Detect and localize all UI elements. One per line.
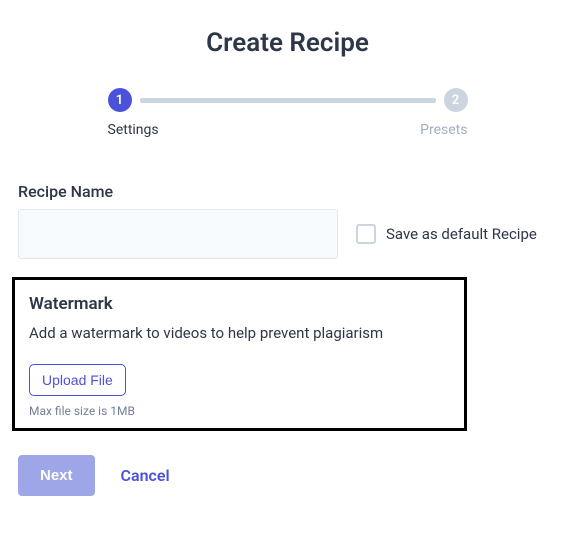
watermark-title: Watermark — [29, 294, 450, 314]
step-line — [140, 98, 436, 103]
step-2-label: Presets — [398, 122, 468, 138]
step-1-label: Settings — [108, 122, 178, 138]
page-title: Create Recipe — [18, 28, 557, 58]
stepper: 1 2 — [108, 88, 468, 112]
save-default-checkbox[interactable] — [356, 224, 376, 244]
recipe-name-label: Recipe Name — [18, 182, 557, 201]
watermark-description: Add a watermark to videos to help preven… — [29, 324, 450, 342]
watermark-hint: Max file size is 1MB — [29, 404, 450, 418]
save-default-wrap: Save as default Recipe — [356, 224, 537, 244]
step-2-circle[interactable]: 2 — [444, 88, 468, 112]
actions-row: Next Cancel — [18, 455, 557, 496]
watermark-section: Watermark Add a watermark to videos to h… — [12, 277, 467, 431]
cancel-button[interactable]: Cancel — [121, 466, 170, 485]
next-button[interactable]: Next — [18, 455, 95, 496]
step-labels: Settings Presets — [108, 122, 468, 138]
recipe-name-input[interactable] — [18, 209, 338, 259]
step-1-circle[interactable]: 1 — [108, 88, 132, 112]
upload-file-button[interactable]: Upload File — [29, 364, 126, 396]
recipe-name-row: Save as default Recipe — [18, 209, 557, 259]
save-default-label: Save as default Recipe — [386, 225, 537, 243]
